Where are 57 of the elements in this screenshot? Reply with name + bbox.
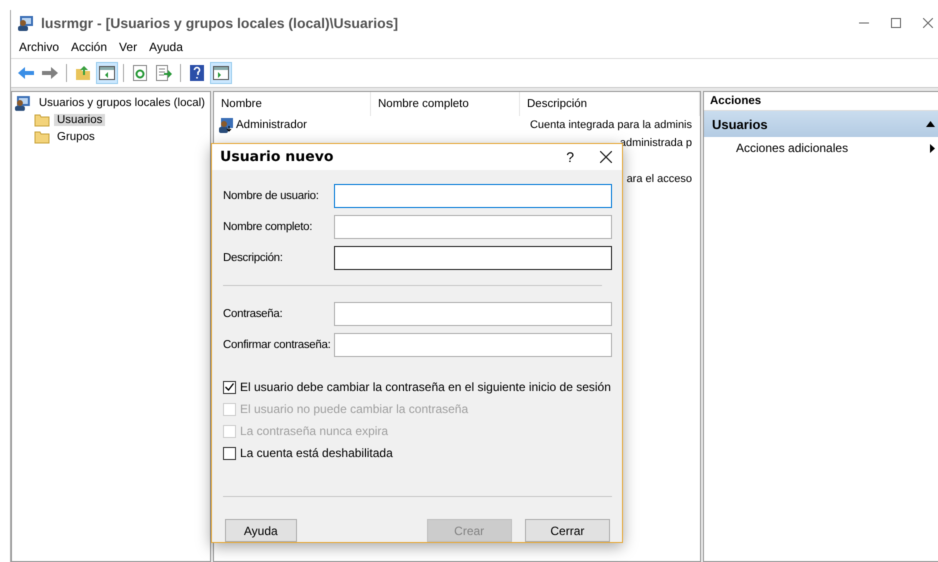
field-label: Nombre de usuario: <box>223 190 320 202</box>
field-label: Descripción: <box>223 252 284 264</box>
input-field[interactable] <box>334 246 612 270</box>
input-field[interactable] <box>334 184 612 208</box>
dialog-button[interactable]: Ayuda <box>225 519 297 542</box>
input-field[interactable] <box>334 302 612 326</box>
menu-item[interactable]: Ver <box>113 40 144 54</box>
checkbox-label: La contraseña nunca expira <box>240 424 388 438</box>
folder-up-icon <box>75 65 91 81</box>
folder-icon <box>34 130 50 144</box>
tree-item[interactable]: Grupos <box>54 130 98 142</box>
refresh-icon <box>133 65 147 81</box>
dialog-title: Usuario nuevo <box>220 149 334 165</box>
checkbox[interactable] <box>223 380 236 394</box>
tree-item[interactable]: Usuarios y grupos locales (local) <box>36 96 208 108</box>
action-link[interactable]: Acciones adicionales <box>736 141 848 155</box>
checkbox-label: La cuenta está deshabilitada <box>240 446 393 460</box>
menu-item[interactable]: Acción <box>65 40 114 54</box>
description-text: Cuenta integrada para la adminis <box>528 119 692 131</box>
dialog-button[interactable]: Cerrar <box>524 519 610 542</box>
checkbox-label: El usuario debe cambiar la contraseña en el siguiente inicio de sesión <box>240 380 611 394</box>
description-text: administrada p <box>618 137 692 149</box>
toolbar-button[interactable] <box>96 62 118 84</box>
column-header[interactable]: Nombre <box>214 92 371 116</box>
window-title: lusrmgr - [Usuarios y grupos locales (local)\Usuarios] <box>41 15 400 31</box>
toolbar-button[interactable] <box>210 62 232 84</box>
help-button[interactable]: ? <box>566 149 574 165</box>
menu-item[interactable]: Archivo <box>13 40 66 54</box>
export-icon <box>156 65 172 81</box>
back-arrow-icon <box>17 66 35 80</box>
toolbar-button[interactable] <box>153 62 175 84</box>
input-field[interactable] <box>334 332 612 356</box>
checkbox-label: El usuario no puede cambiar la contraseña <box>240 402 468 416</box>
pane-icon <box>213 66 229 80</box>
user-icon <box>218 117 234 133</box>
field-label: Contraseña: <box>223 308 284 320</box>
field-label: Confirmar contraseña: <box>223 338 332 350</box>
description-text: ara el acceso <box>626 173 692 185</box>
folder-icon <box>34 112 50 126</box>
tree-item[interactable]: Usuarios <box>54 114 106 126</box>
checkbox[interactable] <box>223 446 236 460</box>
user-name[interactable]: Administrador <box>236 119 307 131</box>
forward-arrow-icon <box>41 66 59 80</box>
users-icon <box>17 15 35 31</box>
maximize-icon[interactable] <box>891 18 901 28</box>
field-label: Nombre completo: <box>223 220 314 232</box>
submenu-caret-icon <box>930 144 935 152</box>
menu-item[interactable]: Ayuda <box>143 40 189 54</box>
column-header[interactable]: Nombre completo <box>371 92 520 116</box>
input-field[interactable] <box>334 214 612 238</box>
close-icon[interactable] <box>600 151 612 163</box>
column-header[interactable]: Descripción <box>520 92 700 116</box>
actions-title: Acciones <box>710 95 762 107</box>
pane-icon <box>99 66 115 80</box>
actions-section-header[interactable]: Usuarios <box>704 111 938 137</box>
users-icon <box>14 94 32 110</box>
help-icon <box>190 65 204 81</box>
